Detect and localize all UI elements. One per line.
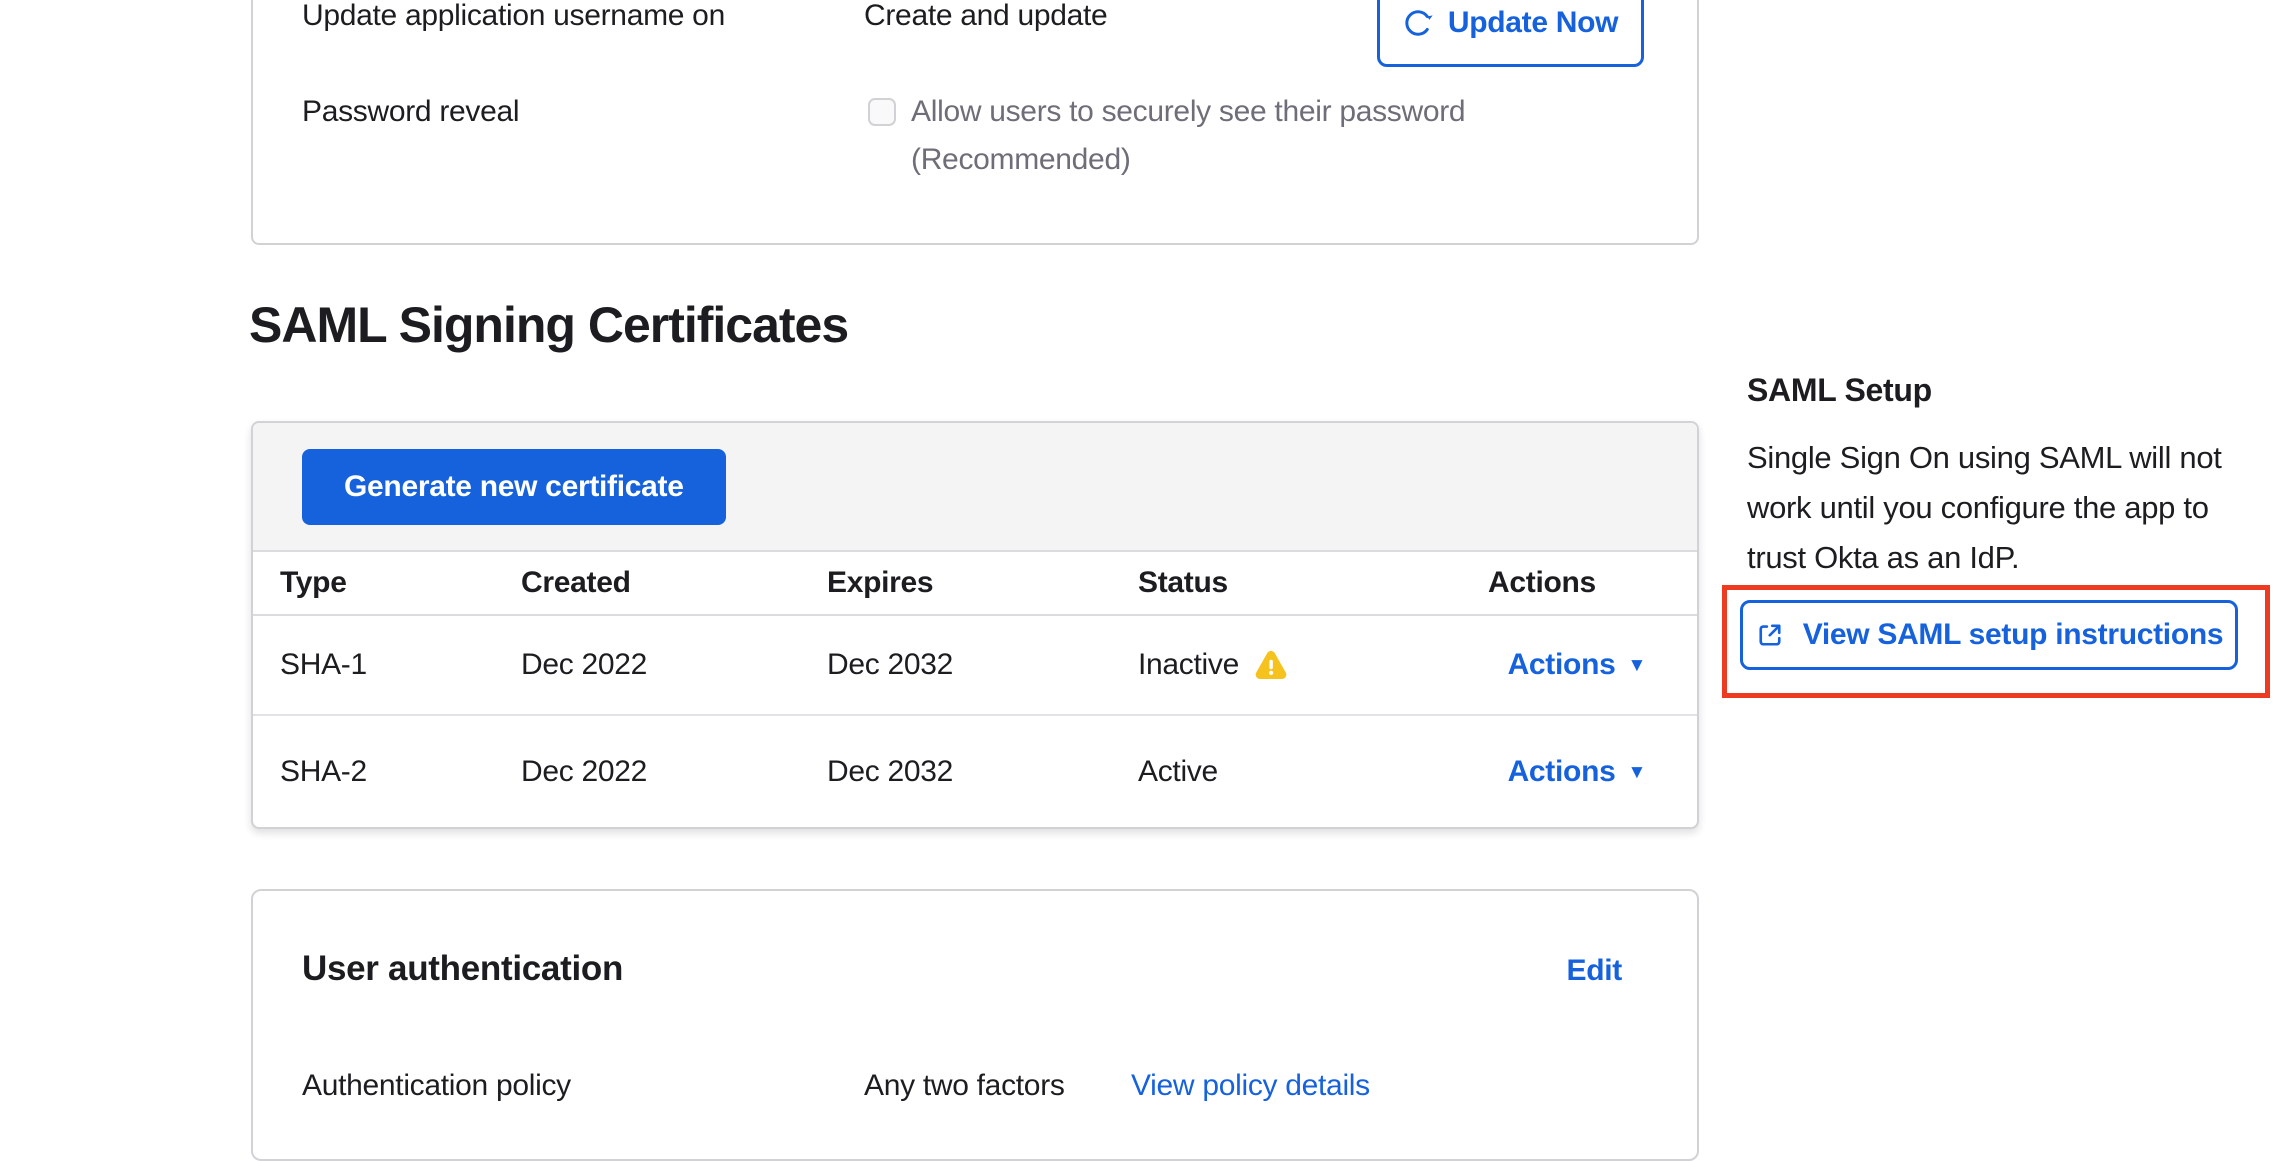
column-header-created: Created	[521, 566, 827, 600]
view-saml-setup-instructions-label: View SAML setup instructions	[1803, 618, 2224, 652]
column-header-type: Type	[253, 566, 521, 600]
page-title: SAML Signing Certificates	[249, 296, 848, 354]
table-row-sha2: SHA-2 Dec 2022 Dec 2032 Active Actions ▼	[253, 716, 1697, 827]
generate-certificate-label: Generate new certificate	[344, 470, 684, 504]
certificates-card: Generate new certificate Type Created Ex…	[251, 421, 1699, 829]
refresh-icon	[1403, 8, 1433, 38]
saml-setup-description-line: work until you configure the app to	[1747, 483, 2247, 533]
actions-label: Actions	[1508, 755, 1616, 789]
cert-status: Inactive	[1138, 648, 1239, 682]
certificates-table-header: Type Created Expires Status Actions	[253, 552, 1697, 616]
password-reveal-label: Password reveal	[302, 95, 519, 129]
view-saml-setup-instructions-button[interactable]: View SAML setup instructions	[1740, 600, 2238, 670]
cert-created: Dec 2022	[521, 755, 827, 789]
authentication-policy-label: Authentication policy	[302, 1069, 571, 1103]
password-reveal-checkbox[interactable]	[868, 98, 896, 126]
update-now-label: Update Now	[1448, 6, 1618, 40]
username-update-value: Create and update	[864, 0, 1107, 33]
chevron-down-icon: ▼	[1627, 655, 1646, 677]
authentication-policy-value: Any two factors	[864, 1069, 1065, 1103]
cert-type: SHA-2	[253, 755, 521, 789]
cert-expires: Dec 2032	[827, 648, 1138, 682]
saml-setup-description-line: Single Sign On using SAML will not	[1747, 433, 2247, 483]
column-header-actions: Actions	[1488, 566, 1697, 600]
chevron-down-icon: ▼	[1627, 762, 1646, 784]
cert-status: Active	[1138, 755, 1218, 789]
column-header-status: Status	[1138, 566, 1488, 600]
external-link-icon	[1755, 620, 1785, 650]
warning-icon	[1255, 651, 1287, 680]
view-policy-details-link[interactable]: View policy details	[1131, 1069, 1370, 1103]
cert-type: SHA-1	[253, 648, 521, 682]
saml-setup-description: Single Sign On using SAML will not work …	[1747, 433, 2247, 583]
cert-expires: Dec 2032	[827, 755, 1138, 789]
update-now-button[interactable]: Update Now	[1377, 0, 1644, 67]
edit-link[interactable]: Edit	[1567, 954, 1622, 988]
password-reveal-option-line1: Allow users to securely see their passwo…	[911, 95, 1465, 129]
certificates-toolbar: Generate new certificate	[253, 423, 1697, 552]
generate-certificate-button[interactable]: Generate new certificate	[302, 449, 726, 525]
saml-setup-description-line: trust Okta as an IdP.	[1747, 533, 2247, 583]
user-authentication-title: User authentication	[302, 949, 623, 989]
password-reveal-option-line2: (Recommended)	[911, 143, 1131, 177]
saml-setup-title: SAML Setup	[1747, 372, 1932, 409]
user-authentication-card: User authentication Edit Authentication …	[251, 889, 1699, 1161]
username-update-label: Update application username on	[302, 0, 725, 33]
actions-dropdown[interactable]: Actions ▼	[1508, 648, 1646, 682]
table-row-sha1: SHA-1 Dec 2022 Dec 2032 Inactive Actions…	[253, 616, 1697, 716]
actions-label: Actions	[1508, 648, 1616, 682]
app-settings-card: Update application username on Create an…	[251, 0, 1699, 245]
cert-created: Dec 2022	[521, 648, 827, 682]
actions-dropdown[interactable]: Actions ▼	[1508, 755, 1646, 789]
column-header-expires: Expires	[827, 566, 1138, 600]
